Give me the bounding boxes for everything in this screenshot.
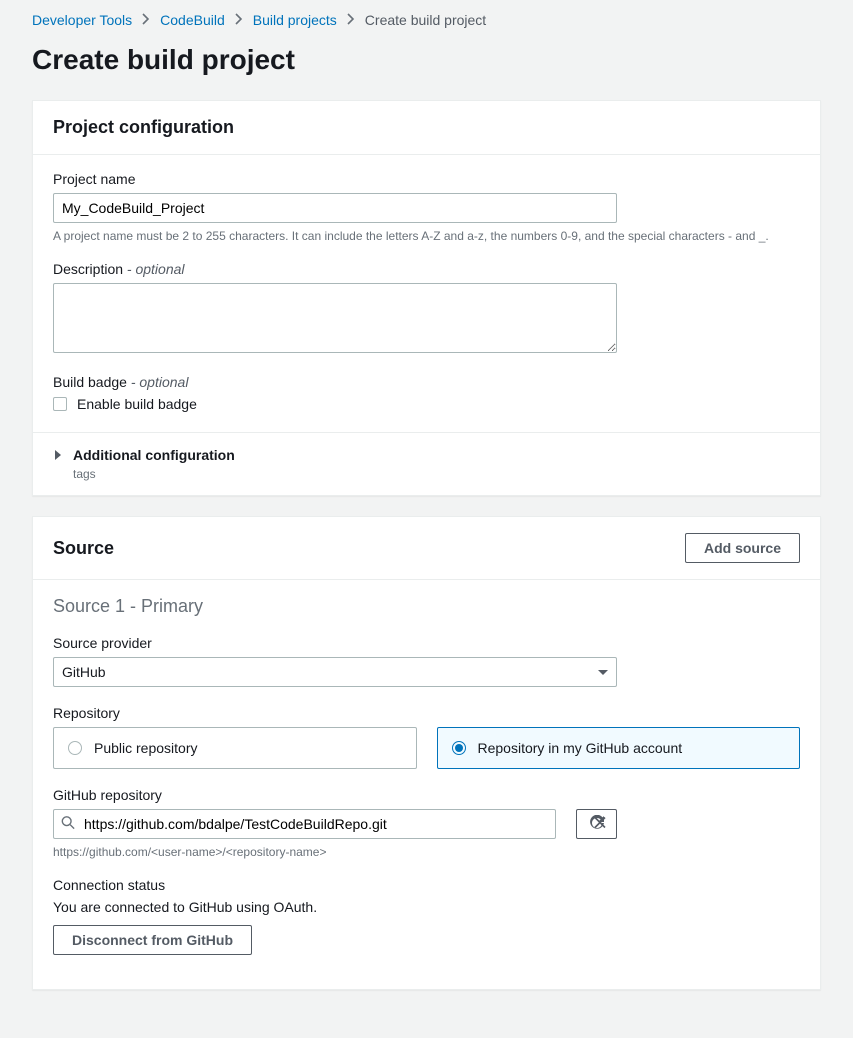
disconnect-github-button[interactable]: Disconnect from GitHub	[53, 925, 252, 955]
breadcrumb-codebuild[interactable]: CodeBuild	[160, 12, 225, 28]
chevron-right-icon	[235, 12, 243, 28]
github-account-repository-radio[interactable]: Repository in my GitHub account	[437, 727, 801, 769]
source-provider-label: Source provider	[53, 635, 800, 651]
breadcrumb-build-projects[interactable]: Build projects	[253, 12, 337, 28]
search-icon	[61, 816, 75, 833]
additional-config-title: Additional configuration	[73, 447, 235, 463]
radio-icon	[452, 741, 466, 755]
source-title: Source	[53, 538, 114, 559]
github-account-repository-label: Repository in my GitHub account	[478, 740, 683, 756]
project-name-hint: A project name must be 2 to 255 characte…	[53, 229, 800, 243]
chevron-right-icon	[347, 12, 355, 28]
enable-build-badge-label: Enable build badge	[77, 396, 197, 412]
connection-status-text: You are connected to GitHub using OAuth.	[53, 899, 800, 915]
github-repository-label: GitHub repository	[53, 787, 800, 803]
additional-config-subtitle: tags	[73, 467, 800, 481]
description-label: Description - optional	[53, 261, 800, 277]
breadcrumb: Developer Tools CodeBuild Build projects…	[0, 12, 853, 44]
clear-icon[interactable]	[593, 816, 607, 833]
connection-status-label: Connection status	[53, 877, 800, 893]
project-name-input[interactable]	[53, 193, 617, 223]
public-repository-label: Public repository	[94, 740, 198, 756]
caret-right-icon	[53, 447, 63, 463]
breadcrumb-current: Create build project	[365, 12, 486, 28]
source-subtitle: Source 1 - Primary	[53, 596, 800, 617]
public-repository-radio[interactable]: Public repository	[53, 727, 417, 769]
description-textarea[interactable]	[53, 283, 617, 353]
github-repository-hint: https://github.com/<user-name>/<reposito…	[53, 845, 800, 859]
repository-label: Repository	[53, 705, 800, 721]
additional-configuration-expander[interactable]: Additional configuration tags	[33, 432, 820, 495]
page-title: Create build project	[0, 44, 853, 100]
radio-icon	[68, 741, 82, 755]
build-badge-label: Build badge - optional	[53, 374, 800, 390]
enable-build-badge-checkbox[interactable]	[53, 397, 67, 411]
source-panel: Source Add source Source 1 - Primary Sou…	[32, 516, 821, 990]
chevron-right-icon	[142, 12, 150, 28]
github-repository-input[interactable]	[53, 809, 556, 839]
breadcrumb-developer-tools[interactable]: Developer Tools	[32, 12, 132, 28]
project-config-title: Project configuration	[53, 117, 234, 138]
source-provider-select[interactable]: GitHub	[53, 657, 617, 687]
project-name-label: Project name	[53, 171, 800, 187]
project-configuration-panel: Project configuration Project name A pro…	[32, 100, 821, 496]
add-source-button[interactable]: Add source	[685, 533, 800, 563]
